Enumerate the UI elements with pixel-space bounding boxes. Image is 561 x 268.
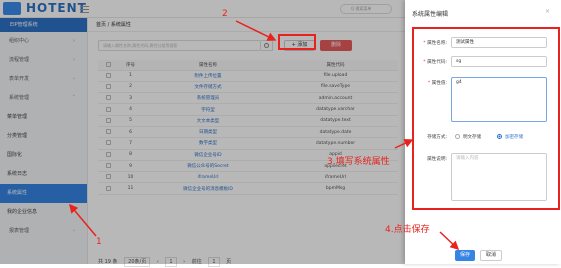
annotation-step-1: 1 bbox=[96, 237, 102, 247]
save-button[interactable]: 保存 bbox=[455, 250, 475, 261]
highlight-box bbox=[412, 27, 560, 210]
annotation-step-3: 3.填写系统属性 bbox=[327, 157, 390, 167]
annotation-step-2: 2 bbox=[222, 9, 228, 19]
panel-title: 系统属性编辑 bbox=[412, 11, 449, 18]
annotation-step-4: 4.点击保存 bbox=[385, 225, 430, 235]
close-icon[interactable]: × bbox=[545, 8, 550, 15]
highlight-box bbox=[278, 34, 316, 50]
cancel-button[interactable]: 取消 bbox=[480, 250, 502, 261]
modal-overlay[interactable] bbox=[0, 0, 405, 264]
